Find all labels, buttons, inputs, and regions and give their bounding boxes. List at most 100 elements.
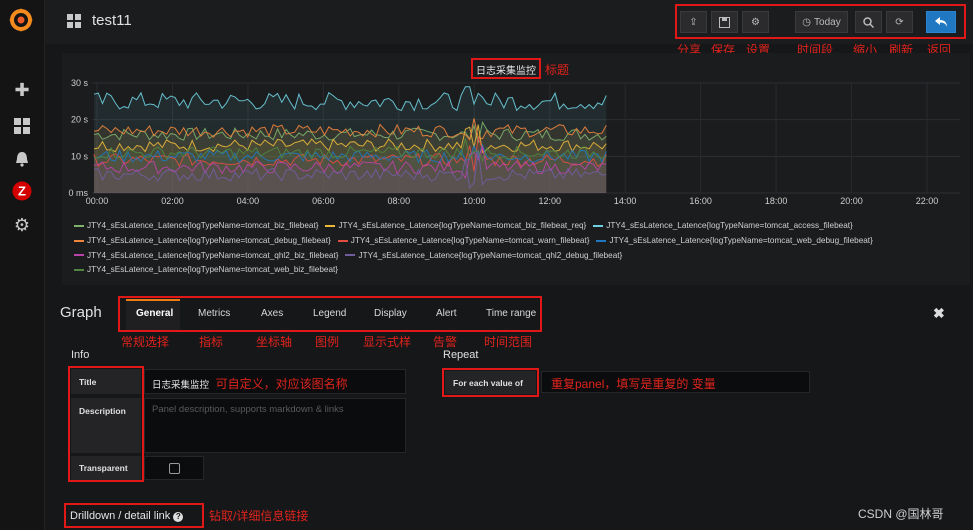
annotation-tab-time-range: 时间范围 (484, 335, 533, 349)
legend-item[interactable]: JTY4_sEsLatence_Latence{logTypeName=tomc… (74, 219, 318, 234)
dashboard-title[interactable]: test11 (92, 12, 132, 29)
annotation-tab-general: 常规选择 (121, 335, 170, 349)
legend-swatch (596, 239, 607, 242)
legend-label: JTY4_sEsLatence_Latence{logTypeName=tomc… (358, 250, 623, 260)
x-tick-label: 18:00 (765, 196, 788, 206)
legend-swatch (74, 224, 84, 227)
x-tick-label: 00:00 (86, 196, 109, 206)
x-tick-label: 06:00 (312, 196, 335, 206)
zabbix-plugin-icon[interactable]: Z (12, 181, 32, 201)
grafana-logo-icon[interactable] (8, 7, 34, 33)
clock-icon: ◷ (802, 16, 812, 28)
legend-swatch (74, 239, 84, 242)
help-question-icon[interactable]: ? (173, 512, 184, 522)
refresh-button[interactable]: ⟳ (886, 11, 913, 33)
refresh-icon: ⟳ (895, 16, 904, 28)
configuration-gear-icon[interactable]: ⚙ (12, 215, 32, 235)
panel-type-label: Graph (60, 304, 102, 321)
x-tick-label: 14:00 (614, 196, 637, 206)
back-button[interactable] (926, 11, 956, 33)
legend-label: JTY4_sEsLatence_Latence{logTypeName=tomc… (87, 221, 319, 230)
time-range-label: Today (814, 16, 841, 28)
legend-label: JTY4_sEsLatence_Latence{logTypeName=tomc… (606, 221, 853, 230)
dashboards-grid-icon[interactable] (12, 116, 32, 136)
csdn-watermark: CSDN @国林哥 (858, 507, 944, 521)
svg-text:Z: Z (18, 184, 26, 199)
save-icon (719, 16, 730, 28)
save-button[interactable] (711, 11, 738, 33)
legend-label: JTY4_sEsLatence_Latence{logTypeName=tomc… (609, 235, 873, 245)
tab-alert[interactable]: Alert (436, 308, 457, 319)
legend-row: JTY4_sEsLatence_Latence{logTypeName=tomc… (74, 219, 964, 234)
legend-swatch (74, 269, 84, 272)
x-tick-label: 22:00 (916, 196, 939, 206)
legend-item[interactable]: JTY4_sEsLatence_Latence{logTypeName=tomc… (596, 234, 873, 249)
legend-swatch (74, 254, 84, 257)
time-series-chart[interactable]: 0 ms10 s20 s30 s 00:00 02:00 04:00 06:00 08:… (62, 53, 970, 219)
close-editor-icon[interactable]: ✖ (933, 305, 945, 322)
title-input-value: 日志采集监控 (152, 380, 210, 391)
tab-axes[interactable]: Axes (261, 308, 283, 319)
tab-legend[interactable]: Legend (313, 308, 346, 319)
legend-row: JTY4_sEsLatence_Latence{logTypeName=tomc… (74, 249, 964, 264)
legend-item[interactable]: JTY4_sEsLatence_Latence{logTypeName=tomc… (345, 249, 622, 264)
transparent-checkbox[interactable] (169, 463, 180, 474)
transparent-field-label: Transparent (71, 456, 141, 480)
settings-button[interactable]: ⚙ (742, 11, 769, 33)
legend-item[interactable]: JTY4_sEsLatence_Latence{logTypeName=tomc… (74, 249, 338, 264)
tab-metrics[interactable]: Metrics (198, 308, 230, 319)
x-tick-label: 04:00 (237, 196, 260, 206)
drilldown-label: Drilldown / detail link (70, 510, 171, 522)
dashboard-grid-icon (67, 14, 81, 28)
tab-display[interactable]: Display (374, 308, 407, 319)
legend-item[interactable]: JTY4_sEsLatence_Latence{logTypeName=tomc… (337, 234, 590, 249)
zoom-out-button[interactable] (855, 11, 882, 33)
annotation-repeat: 重复panel，填写是重复的 变量 (551, 377, 716, 391)
create-plus-icon[interactable]: ✚ (12, 80, 32, 100)
repeat-heading: Repeat (443, 349, 479, 361)
annotation-tab-legend: 图例 (315, 335, 340, 349)
y-tick-label: 10 s (71, 151, 89, 161)
annotation-tab-display: 显示式样 (363, 335, 412, 349)
share-icon: ⇪ (689, 16, 698, 28)
legend-item[interactable]: JTY4_sEsLatence_Latence{logTypeName=tomc… (74, 234, 331, 249)
legend-label: JTY4_sEsLatence_Latence{logTypeName=tomc… (87, 235, 331, 245)
time-range-button[interactable]: ◷ Today (795, 11, 848, 33)
description-textarea[interactable]: Panel description, supports markdown & l… (144, 398, 406, 453)
annotation-title: 可自定义，对应该图名称 (215, 377, 348, 391)
legend-item[interactable]: JTY4_sEsLatence_Latence{logTypeName=tomc… (593, 219, 853, 234)
legend-row: JTY4_sEsLatence_Latence{logTypeName=tomc… (74, 234, 964, 249)
tab-general[interactable]: General (136, 308, 173, 319)
legend-item[interactable]: JTY4_sEsLatence_Latence{logTypeName=tomc… (74, 263, 338, 278)
back-arrow-icon (934, 16, 947, 27)
legend-swatch (593, 224, 604, 227)
drilldown-section-header[interactable]: Drilldown / detail link ? (70, 510, 184, 522)
settings-gear-icon: ⚙ (751, 16, 760, 28)
legend-item[interactable]: JTY4_sEsLatence_Latence{logTypeName=tomc… (325, 219, 586, 234)
tab-time-range[interactable]: Time range (486, 308, 536, 319)
legend-label: JTY4_sEsLatence_Latence{logTypeName=tomc… (350, 235, 590, 245)
legend-row: JTY4_sEsLatence_Latence{logTypeName=tomc… (74, 263, 964, 278)
zoom-out-icon (863, 16, 874, 28)
annotation-tab-alert: 告警 (433, 335, 458, 349)
alerting-bell-icon[interactable] (12, 149, 32, 169)
y-axis-ticks: 0 ms10 s20 s30 s (68, 78, 88, 198)
title-input[interactable]: 日志采集监控 可自定义，对应该图名称 (144, 369, 406, 394)
sidebar: ✚ Z ⚙ (0, 0, 45, 530)
info-heading: Info (71, 349, 90, 361)
x-tick-label: 08:00 (388, 196, 411, 206)
x-tick-label: 12:00 (538, 196, 561, 206)
y-tick-label: 30 s (71, 78, 89, 88)
x-tick-label: 20:00 (840, 196, 863, 206)
transparent-toggle-container (144, 456, 204, 480)
legend-label: JTY4_sEsLatence_Latence{logTypeName=tomc… (87, 250, 339, 260)
legend-swatch (325, 224, 336, 227)
x-axis-ticks: 00:00 02:00 04:00 06:00 08:00 10:00 12:00 14:00… (86, 196, 939, 206)
annotation-tab-axes: 坐标轴 (256, 335, 293, 349)
share-button[interactable]: ⇪ (680, 11, 707, 33)
legend-label: JTY4_sEsLatence_Latence{logTypeName=tomc… (87, 265, 339, 275)
title-field-label: Title (71, 369, 141, 394)
y-tick-label: 20 s (71, 115, 89, 125)
x-tick-label: 10:00 (463, 196, 486, 206)
legend-swatch (345, 254, 356, 257)
